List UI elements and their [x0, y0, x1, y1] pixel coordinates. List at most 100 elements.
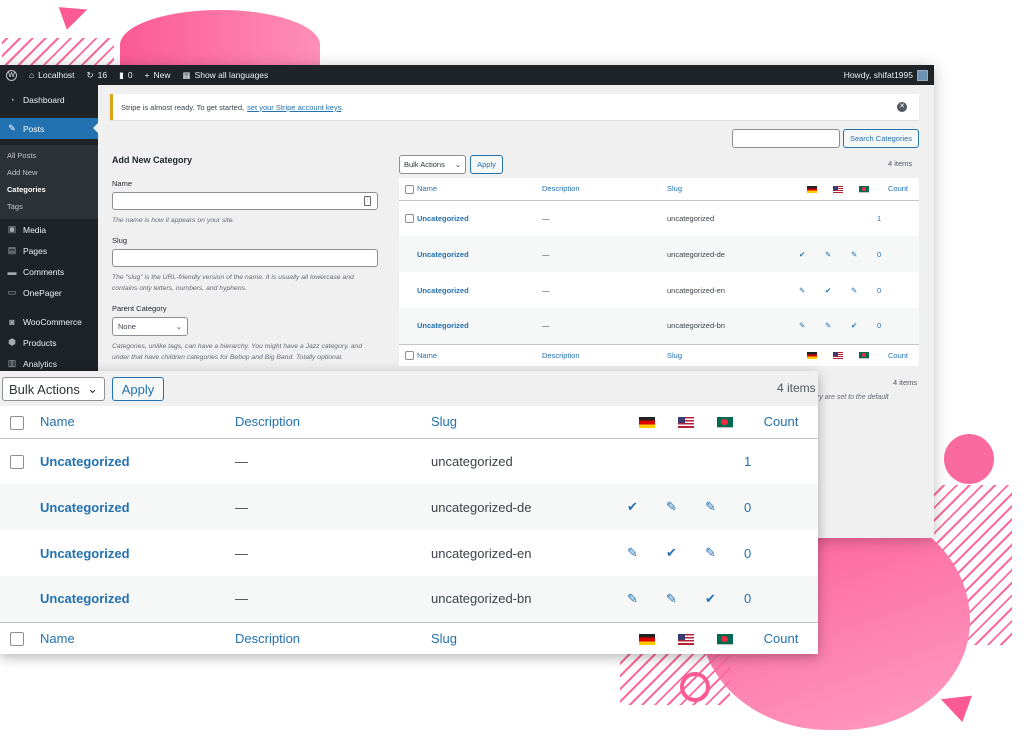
name-field[interactable]: ⋮ — [112, 192, 378, 210]
sidebar-item-comments[interactable]: ▬ Comments — [0, 261, 98, 282]
lang-en[interactable]: ✎ — [825, 236, 851, 272]
column-slug[interactable]: Slug — [431, 622, 627, 654]
lang-bn[interactable] — [705, 438, 744, 484]
submenu-all-posts[interactable]: All Posts — [0, 147, 98, 164]
category-name-link[interactable]: Uncategorized — [40, 591, 130, 606]
lang-bn[interactable]: ✎ — [851, 272, 877, 308]
translate-icon: ▦ — [182, 69, 191, 80]
wordpress-logo-icon[interactable]: W — [0, 65, 23, 85]
row-checkbox[interactable] — [405, 214, 414, 223]
lang-bn[interactable] — [851, 200, 877, 236]
column-description[interactable]: Description — [235, 622, 431, 654]
column-description[interactable]: Description — [542, 344, 667, 366]
languages-link[interactable]: ▦ Show all languages — [177, 65, 275, 85]
updates-link[interactable]: ↻ 16 — [81, 65, 114, 85]
lang-en[interactable]: ✎ — [825, 308, 851, 344]
lang-de[interactable]: ✔ — [799, 236, 825, 272]
new-content-link[interactable]: + New — [139, 65, 177, 85]
column-count[interactable]: Count — [744, 622, 818, 654]
column-description[interactable]: Description — [235, 406, 431, 438]
column-slug[interactable]: Slug — [667, 178, 799, 200]
lang-bn[interactable]: ✔ — [705, 576, 744, 622]
category-name-link[interactable]: Uncategorized — [417, 250, 469, 259]
lang-bn[interactable]: ✔ — [851, 308, 877, 344]
lang-de[interactable] — [627, 438, 666, 484]
lang-bn[interactable]: ✎ — [705, 484, 744, 530]
submenu-categories[interactable]: Categories — [0, 181, 98, 198]
bulk-actions-select[interactable]: Bulk Actions ⌄ — [399, 155, 466, 174]
lang-de[interactable]: ✎ — [627, 576, 666, 622]
row-count[interactable]: 1 — [744, 438, 818, 484]
lang-de[interactable]: ✔ — [627, 484, 666, 530]
row-count[interactable]: 0 — [877, 272, 919, 308]
sidebar-item-posts[interactable]: ✎ Posts — [0, 118, 98, 139]
column-slug[interactable]: Slug — [431, 406, 627, 438]
slug-field[interactable] — [112, 249, 378, 267]
pages-icon: ▤ — [7, 245, 17, 255]
column-name[interactable]: Name — [417, 344, 542, 366]
row-count[interactable]: 1 — [877, 200, 919, 236]
select-all-checkbox[interactable] — [10, 632, 24, 647]
column-name[interactable]: Name — [40, 622, 235, 654]
sidebar-item-products[interactable]: ⬢ Products — [0, 332, 98, 353]
submenu-add-new[interactable]: Add New — [0, 164, 98, 181]
media-icon: ▣ — [7, 224, 17, 234]
parent-select[interactable]: None ⌄ — [112, 317, 188, 336]
lang-de[interactable]: ✎ — [799, 308, 825, 344]
lang-bn[interactable]: ✎ — [851, 236, 877, 272]
category-name-link[interactable]: Uncategorized — [417, 321, 469, 330]
lang-en[interactable]: ✔ — [666, 530, 705, 576]
dismiss-icon[interactable]: ✕ — [897, 102, 907, 112]
lang-de[interactable]: ✎ — [799, 272, 825, 308]
row-count[interactable]: 0 — [744, 530, 818, 576]
select-all-checkbox[interactable] — [10, 415, 24, 430]
account-menu[interactable]: Howdy, shifat1995 — [838, 65, 934, 85]
lang-en[interactable] — [666, 438, 705, 484]
comments-link[interactable]: ▮ 0 — [113, 65, 138, 85]
german-flag-icon — [807, 352, 817, 360]
apply-button[interactable]: Apply — [470, 155, 503, 174]
category-name-link[interactable]: Uncategorized — [40, 546, 130, 561]
category-name-link[interactable]: Uncategorized — [40, 500, 130, 515]
sidebar-item-onepager[interactable]: ▭ OnePager — [0, 282, 98, 303]
select-all-checkbox[interactable] — [405, 351, 414, 360]
lang-en[interactable] — [825, 200, 851, 236]
category-name-link[interactable]: Uncategorized — [417, 214, 469, 223]
bulk-actions-select[interactable]: Bulk Actions ⌄ — [2, 377, 105, 401]
row-count[interactable]: 0 — [744, 576, 818, 622]
woocommerce-icon: ◙ — [9, 316, 15, 327]
sidebar-item-pages[interactable]: ▤ Pages — [0, 240, 98, 261]
select-all-checkbox[interactable] — [405, 184, 414, 194]
column-count[interactable]: Count — [744, 406, 818, 438]
column-count[interactable]: Count — [877, 178, 919, 200]
sidebar-item-dashboard[interactable]: ◔ Dashboard — [0, 89, 98, 110]
stripe-keys-link[interactable]: set your Stripe account keys — [247, 103, 341, 112]
lang-en[interactable]: ✎ — [666, 576, 705, 622]
sidebar-item-woocommerce[interactable]: ◙ WooCommerce — [0, 311, 98, 332]
lang-en[interactable]: ✔ — [825, 272, 851, 308]
lang-de[interactable]: ✎ — [627, 530, 666, 576]
search-categories-button[interactable]: Search Categories — [843, 129, 919, 148]
lang-de[interactable] — [799, 200, 825, 236]
apply-button[interactable]: Apply — [112, 377, 164, 401]
category-name-link[interactable]: Uncategorized — [417, 286, 469, 295]
row-description: — — [235, 545, 248, 561]
row-count[interactable]: 0 — [877, 236, 919, 272]
row-checkbox[interactable] — [10, 455, 24, 470]
sidebar-item-media[interactable]: ▣ Media — [0, 219, 98, 240]
submenu-tags[interactable]: Tags — [0, 198, 98, 215]
lang-en[interactable]: ✎ — [666, 484, 705, 530]
row-count[interactable]: 0 — [877, 308, 919, 344]
category-name-link[interactable]: Uncategorized — [40, 454, 130, 469]
row-count[interactable]: 0 — [744, 484, 818, 530]
site-name-link[interactable]: ⌂ Localhost — [23, 65, 81, 85]
column-description[interactable]: Description — [542, 178, 667, 200]
column-name[interactable]: Name — [417, 178, 542, 200]
column-name[interactable]: Name — [40, 406, 235, 438]
column-count[interactable]: Count — [877, 344, 919, 366]
table-row: Uncategorized — uncategorized-de ✔ ✎ ✎ 0 — [0, 484, 818, 530]
search-input[interactable] — [732, 129, 840, 148]
updates-icon: ↻ — [86, 69, 94, 80]
column-slug[interactable]: Slug — [667, 344, 799, 366]
lang-bn[interactable]: ✎ — [705, 530, 744, 576]
